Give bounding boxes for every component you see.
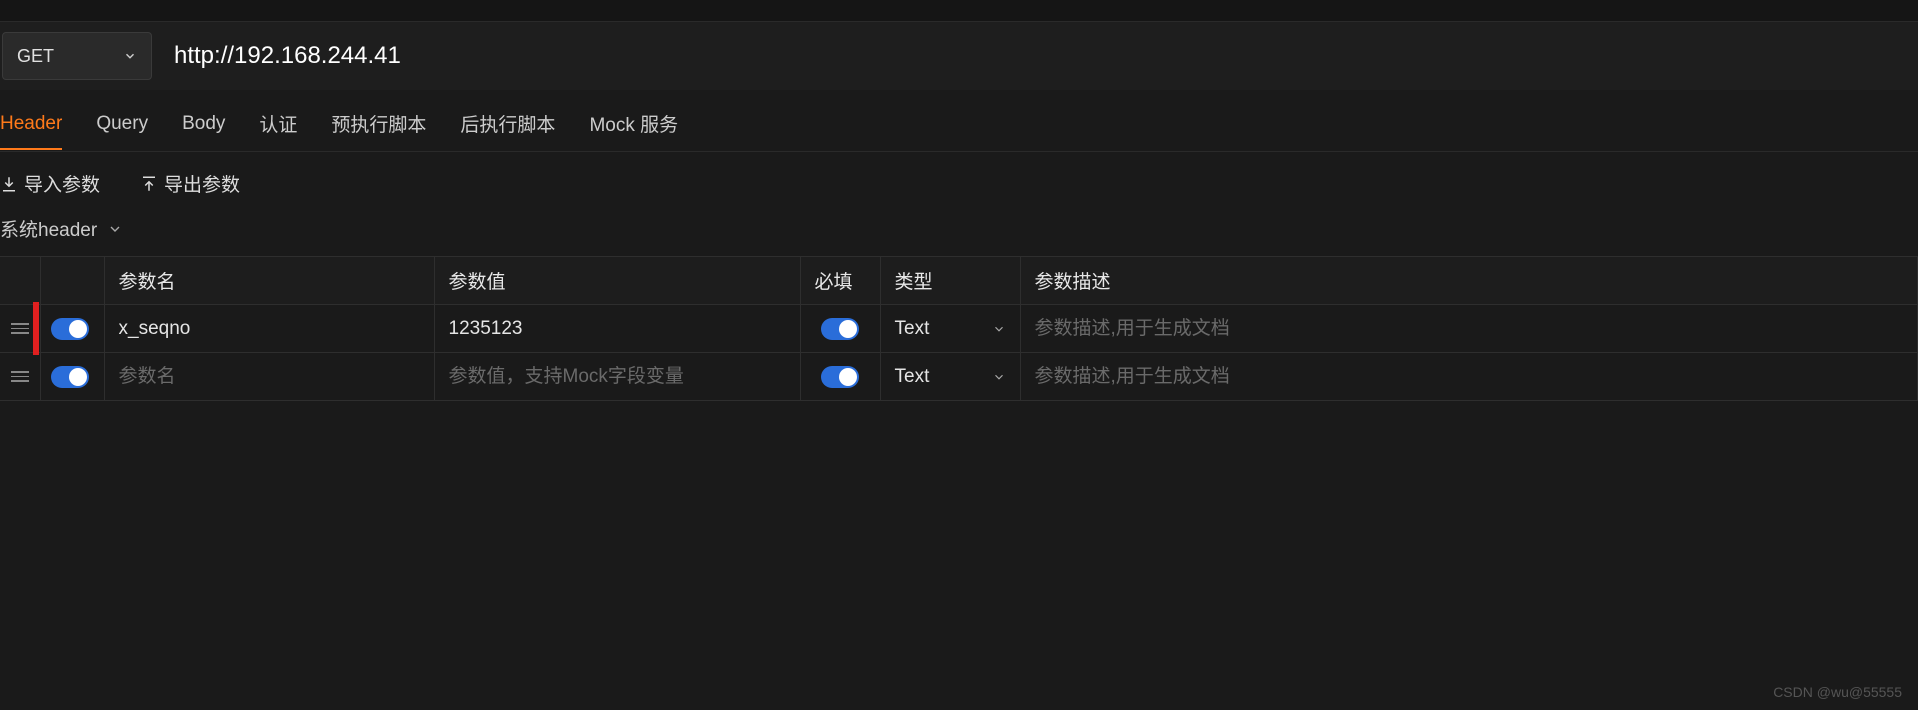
tab-mock[interactable]: Mock 服务 [589, 104, 678, 151]
param-desc-input[interactable] [1021, 353, 1918, 400]
tab-auth[interactable]: 认证 [259, 104, 297, 151]
chevron-down-icon [992, 370, 1006, 384]
drag-handle-icon[interactable] [0, 305, 40, 352]
system-header-toggle[interactable]: 系统header [0, 209, 1918, 256]
top-strip [0, 0, 1918, 22]
import-icon [0, 175, 18, 193]
param-type-select[interactable]: Text [881, 353, 1020, 400]
import-label: 导入参数 [24, 170, 100, 197]
param-name-input[interactable] [105, 353, 434, 400]
param-desc-input[interactable] [1021, 305, 1918, 352]
col-desc-header: 参数描述 [1020, 257, 1918, 305]
tab-pre-script[interactable]: 预执行脚本 [331, 104, 426, 151]
tab-header[interactable]: Header [0, 107, 62, 149]
param-type-label: Text [895, 318, 930, 340]
param-value-input[interactable] [435, 305, 800, 352]
col-required-header: 必填 [800, 257, 880, 305]
table-header-row: 参数名 参数值 必填 类型 参数描述 [0, 257, 1918, 305]
table-row: Text [0, 305, 1918, 353]
col-type-header: 类型 [880, 257, 1020, 305]
import-params-button[interactable]: 导入参数 [0, 170, 100, 197]
enable-toggle[interactable] [51, 366, 89, 388]
param-type-select[interactable]: Text [881, 305, 1020, 352]
required-toggle[interactable] [821, 318, 859, 340]
export-params-button[interactable]: 导出参数 [140, 170, 240, 197]
url-input[interactable] [166, 32, 1918, 80]
drag-handle-icon[interactable] [0, 353, 40, 400]
http-method-label: GET [17, 46, 54, 67]
export-label: 导出参数 [164, 170, 240, 197]
request-bar: GET [0, 22, 1918, 90]
param-actions: 导入参数 导出参数 [0, 152, 1918, 209]
export-icon [140, 175, 158, 193]
tab-body[interactable]: Body [182, 107, 225, 149]
col-value-header: 参数值 [434, 257, 800, 305]
param-name-input[interactable] [105, 305, 434, 352]
param-value-input[interactable] [435, 353, 800, 400]
tab-post-script[interactable]: 后执行脚本 [460, 104, 555, 151]
table-row: Text [0, 353, 1918, 401]
http-method-select[interactable]: GET [2, 32, 152, 80]
param-type-label: Text [895, 366, 930, 388]
watermark: CSDN @wu@55555 [1773, 684, 1902, 700]
col-drag-header [0, 257, 40, 305]
col-name-header: 参数名 [104, 257, 434, 305]
tab-query[interactable]: Query [96, 107, 148, 149]
chevron-down-icon [107, 221, 123, 237]
request-tabs: Header Query Body 认证 预执行脚本 后执行脚本 Mock 服务 [0, 90, 1918, 152]
chevron-down-icon [123, 49, 137, 63]
required-toggle[interactable] [821, 366, 859, 388]
params-table: 参数名 参数值 必填 类型 参数描述 Text [0, 256, 1918, 401]
chevron-down-icon [992, 322, 1006, 336]
col-toggle-header [40, 257, 104, 305]
system-header-label: 系统header [0, 215, 97, 242]
enable-toggle[interactable] [51, 318, 89, 340]
